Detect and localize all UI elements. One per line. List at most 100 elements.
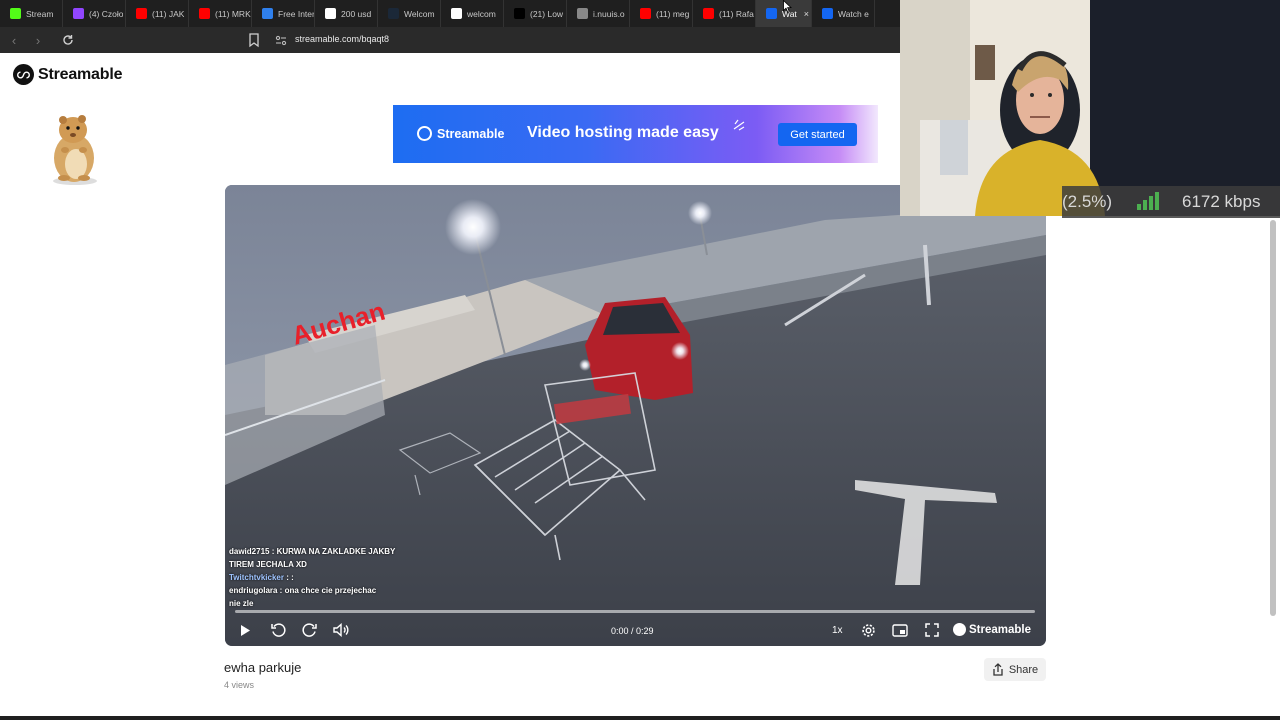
browser-tab[interactable]: Watch e	[812, 0, 875, 27]
bottom-edge	[0, 716, 1280, 720]
browser-tab[interactable]: (11) MRK	[189, 0, 252, 27]
reload-button[interactable]	[58, 30, 78, 50]
back-button[interactable]: ‹	[4, 30, 24, 50]
chat-overlay: dawid2715 : KURWA NA ZAKLADKE JAKBY TIREM…	[227, 545, 417, 610]
browser-tab[interactable]: welcom	[441, 0, 504, 27]
tab-strip: Stream (4) Czoło (11) JAK (11) MRK Free Inte…	[0, 0, 900, 27]
browser-tab[interactable]: Welcom	[378, 0, 441, 27]
youtube-icon	[199, 8, 210, 19]
browser-tab[interactable]: i.nuuis.o	[567, 0, 630, 27]
playback-speed-button[interactable]: 1x	[832, 625, 843, 636]
chat-message: dawid2715 : KURWA NA ZAKLADKE JAKBY	[229, 547, 396, 556]
share-button[interactable]: Share	[984, 658, 1046, 681]
banner-brand: Streamable	[417, 126, 504, 141]
fullscreen-button[interactable]	[923, 621, 941, 639]
share-icon	[993, 663, 1003, 676]
tab-title: i.nuuis.o	[593, 8, 625, 19]
sparkle-icon	[733, 119, 745, 131]
signal-strength-icon	[1137, 192, 1159, 210]
tab-title: Welcom	[404, 8, 435, 19]
twitch-icon	[73, 8, 84, 19]
mouse-cursor-icon	[783, 0, 792, 13]
browser-tab[interactable]: Free Inter	[252, 0, 315, 27]
chat-username: endriugolara	[229, 586, 278, 595]
browser-tab[interactable]: 200 usd	[315, 0, 378, 27]
page-scrollbar[interactable]	[1270, 220, 1276, 616]
picture-in-picture-button[interactable]	[891, 621, 909, 639]
rewind-button[interactable]	[269, 621, 287, 639]
chat-text: TIREM JECHALA XD	[229, 560, 307, 569]
time-display: 0:00 / 0:29	[611, 626, 654, 636]
video-title: ewha parkuje	[224, 660, 302, 675]
bookmark-icon[interactable]	[247, 32, 261, 48]
youtube-icon	[136, 8, 147, 19]
browser-tab[interactable]: (21) Low	[504, 0, 567, 27]
volume-button[interactable]	[332, 621, 350, 639]
fullscreen-icon	[925, 623, 939, 637]
chat-username: Twitchtvkicker	[229, 573, 284, 582]
chat-text: KURWA NA ZAKLADKE JAKBY	[276, 547, 396, 556]
youtube-icon	[640, 8, 651, 19]
google-icon	[451, 8, 462, 19]
close-tab-icon[interactable]: ×	[804, 9, 809, 19]
youtube-icon	[703, 8, 714, 19]
chat-text: nie zle	[229, 599, 254, 608]
chat-text: ona chce cie przejechac	[284, 586, 377, 595]
browser-tab[interactable]: (11) JAK	[126, 0, 189, 27]
webcam-overlay	[900, 0, 1280, 216]
tab-title: (21) Low	[530, 8, 564, 19]
ad-banner[interactable]: Streamable Video hosting made easy Get s…	[393, 105, 878, 163]
site-info-icon[interactable]	[274, 33, 288, 47]
volume-icon	[333, 623, 349, 637]
kick-icon	[10, 8, 21, 19]
hamster-image	[53, 115, 97, 185]
player-streamable-logo[interactable]: Streamable	[953, 623, 1031, 636]
settings-button[interactable]	[859, 621, 877, 639]
play-button[interactable]	[236, 621, 254, 639]
play-icon	[241, 624, 250, 636]
player-logo-icon	[953, 623, 966, 636]
banner-brand-text: Streamable	[437, 126, 505, 141]
steam-icon	[388, 8, 399, 19]
streamable-logo[interactable]: Streamable	[13, 64, 122, 85]
forward-skip-button[interactable]	[301, 621, 319, 639]
reload-icon	[63, 35, 73, 45]
url-field[interactable]: streamable.com/bqaqt8	[295, 34, 389, 44]
share-label: Share	[1008, 663, 1039, 676]
forward-button[interactable]: ›	[28, 30, 48, 50]
browser-tab[interactable]: (4) Czoło	[63, 0, 126, 27]
doc-icon	[262, 8, 273, 19]
bitrate: 6172 kbps	[1182, 192, 1261, 211]
streamable-icon	[766, 8, 777, 19]
streamable-logo-icon	[13, 64, 34, 85]
chat-message: endriugolara : ona chce cie przejechac	[229, 586, 377, 595]
browser-tab[interactable]: (11) Rafa	[693, 0, 756, 27]
progress-bar[interactable]	[235, 610, 1035, 613]
tab-title: (4) Czoło	[89, 8, 124, 19]
player-controls: 0:00 / 0:29 1x Streamable	[225, 617, 1046, 643]
browser-tab[interactable]: Stream	[0, 0, 63, 27]
view-count: 4 views	[224, 680, 255, 690]
browser-tab[interactable]: (11) meg	[630, 0, 693, 27]
tab-title: (11) JAK	[152, 8, 185, 19]
streamable-icon	[822, 8, 833, 19]
tab-title: (11) Rafa	[719, 8, 754, 19]
forward-skip-icon	[302, 623, 317, 637]
tab-title: Free Inter	[278, 8, 314, 19]
address-bar-row: ‹ › streamable.com/bqaqt8	[0, 27, 900, 53]
tab-title: (11) MRK	[215, 8, 251, 19]
drop-rate: (2.5%)	[1062, 192, 1113, 211]
tab-title: Watch e	[838, 8, 869, 19]
chat-message: nie zle	[227, 597, 417, 610]
webcam-feed	[900, 0, 1280, 216]
streamable-logo-text: Streamable	[38, 65, 123, 83]
get-started-button[interactable]: Get started	[778, 123, 857, 146]
pip-icon	[892, 623, 908, 637]
chat-message: Twitchtvkicker : :	[229, 573, 294, 582]
x-icon	[514, 8, 525, 19]
rewind-icon	[271, 623, 286, 637]
video-player[interactable]: Auchan dawid2715 : KURWA NA ZAKLADKE JAK…	[225, 185, 1046, 646]
player-brand-text: Streamable	[969, 623, 1032, 636]
tab-title: (11) meg	[656, 8, 690, 19]
tab-title: welcom	[467, 8, 496, 19]
